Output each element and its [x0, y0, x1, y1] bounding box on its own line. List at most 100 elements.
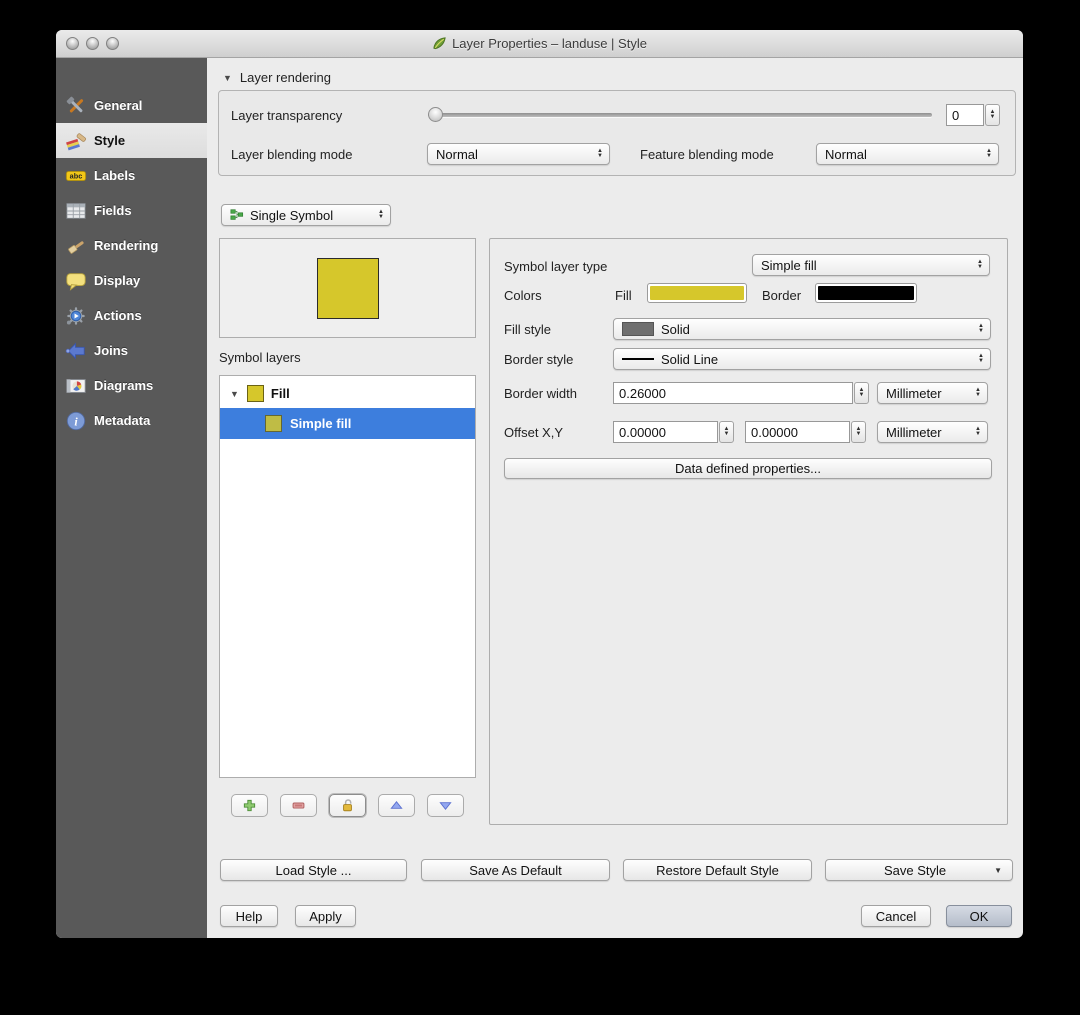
offset-x-input[interactable]: [613, 421, 718, 443]
symbol-layer-type-select[interactable]: Simple fill ▲ ▼: [752, 254, 990, 276]
symbol-layers-label: Symbol layers: [219, 350, 301, 365]
sidebar-item-label: Display: [94, 273, 141, 288]
table-icon: [65, 200, 87, 222]
remove-symbol-layer-button[interactable]: [280, 794, 317, 817]
move-up-button[interactable]: [378, 794, 415, 817]
layer-rendering-section-header[interactable]: ▼ Layer rendering: [223, 70, 331, 85]
border-width-stepper[interactable]: ▲ ▼: [854, 382, 869, 404]
transparency-stepper[interactable]: ▲ ▼: [985, 104, 1000, 126]
offset-x-stepper[interactable]: ▲ ▼: [719, 421, 734, 443]
symbol-preview-swatch: [316, 257, 379, 319]
sidebar-item-style[interactable]: Style: [56, 123, 207, 158]
border-width-unit-select[interactable]: Millimeter ▲ ▼: [877, 382, 988, 404]
down-arrow-icon: [438, 798, 453, 813]
solid-line-sample: [622, 358, 654, 360]
fill-style-label: Fill style: [504, 322, 551, 337]
join-arrow-icon: [65, 340, 87, 362]
zoom-button[interactable]: [106, 37, 119, 50]
data-defined-properties-button[interactable]: Data defined properties...: [504, 458, 992, 479]
offset-y-stepper[interactable]: ▲ ▼: [851, 421, 866, 443]
collapse-triangle-icon: ▼: [223, 72, 232, 83]
fill-color-button[interactable]: [647, 283, 747, 303]
offset-y-input[interactable]: [745, 421, 850, 443]
layer-blending-mode-select[interactable]: Normal ▲ ▼: [427, 143, 610, 165]
apply-button[interactable]: Apply: [295, 905, 356, 927]
fill-label: Fill: [615, 288, 632, 303]
sidebar-item-label: Actions: [94, 308, 142, 323]
tree-row-label: Simple fill: [290, 416, 352, 431]
border-style-select[interactable]: Solid Line ▲ ▼: [613, 348, 991, 370]
section-label: Layer rendering: [239, 70, 331, 85]
up-arrow-icon: [389, 798, 404, 813]
transparency-value-input[interactable]: [946, 104, 984, 126]
paintbrush-icon: [65, 130, 87, 152]
updown-arrows-icon: ▲ ▼: [978, 323, 984, 334]
updown-arrows-icon: ▲ ▼: [378, 209, 384, 220]
move-down-button[interactable]: [427, 794, 464, 817]
sidebar-item-diagrams[interactable]: Diagrams: [56, 368, 207, 403]
sidebar-item-joins[interactable]: Joins: [56, 333, 207, 368]
tree-expand-icon[interactable]: ▼: [230, 389, 239, 399]
border-color-button[interactable]: [815, 283, 917, 303]
lock-button[interactable]: [329, 794, 366, 817]
cancel-button[interactable]: Cancel: [861, 905, 931, 927]
fill-style-select[interactable]: Solid ▲ ▼: [613, 318, 991, 340]
sidebar-item-actions[interactable]: Actions: [56, 298, 207, 333]
svg-text:abc: abc: [70, 171, 83, 180]
border-width-input[interactable]: [613, 382, 853, 404]
fill-style-swatch: [622, 322, 654, 336]
feature-blending-mode-select[interactable]: Normal ▲ ▼: [816, 143, 999, 165]
layer-properties-window: Layer Properties – landuse | Style Gener…: [56, 30, 1023, 938]
lock-icon: [340, 798, 355, 813]
updown-arrows-icon: ▲ ▼: [975, 426, 981, 437]
offset-label: Offset X,Y: [504, 425, 564, 440]
border-width-label: Border width: [504, 386, 577, 401]
layer-blending-mode-label: Layer blending mode: [231, 147, 353, 162]
sidebar-item-display[interactable]: Display: [56, 263, 207, 298]
tree-row-simple-fill[interactable]: Simple fill: [220, 408, 475, 439]
sidebar-item-labels[interactable]: abc Labels: [56, 158, 207, 193]
border-label: Border: [762, 288, 802, 303]
renderer-select[interactable]: Single Symbol ▲ ▼: [221, 204, 391, 226]
sidebar-item-label: Diagrams: [94, 378, 154, 393]
diagram-icon: [65, 375, 87, 397]
colors-label: Colors: [504, 288, 542, 303]
save-style-button[interactable]: Save Style ▼: [825, 859, 1013, 881]
symbol-preview-panel: [219, 238, 476, 338]
symbol-layers-tree: ▼ Fill Simple fill: [219, 375, 476, 778]
updown-arrows-icon: ▲ ▼: [597, 148, 603, 159]
sidebar-item-label: Metadata: [94, 413, 151, 428]
sidebar-item-rendering[interactable]: Rendering: [56, 228, 207, 263]
abc-tag-icon: abc: [65, 165, 87, 187]
sidebar-item-metadata[interactable]: i Metadata: [56, 403, 207, 438]
sidebar-item-general[interactable]: General: [56, 88, 207, 123]
tools-icon: [65, 95, 87, 117]
tree-row-label: Fill: [270, 386, 290, 401]
sidebar-item-label: Rendering: [94, 238, 159, 253]
slider-thumb[interactable]: [428, 107, 443, 122]
load-style-button[interactable]: Load Style ...: [220, 859, 407, 881]
offset-unit-select[interactable]: Millimeter ▲ ▼: [877, 421, 988, 443]
simple-fill-swatch: [265, 415, 282, 432]
close-button[interactable]: [66, 37, 79, 50]
qgis-logo-icon: [432, 36, 447, 51]
minimize-button[interactable]: [86, 37, 99, 50]
help-button[interactable]: Help: [220, 905, 278, 927]
fill-swatch: [246, 385, 264, 402]
tree-row-fill[interactable]: ▼ Fill: [220, 379, 475, 408]
layer-transparency-slider[interactable]: [428, 113, 932, 117]
single-symbol-icon: [230, 208, 244, 222]
sidebar-item-fields[interactable]: Fields: [56, 193, 207, 228]
sidebar-item-label: Style: [94, 133, 126, 148]
restore-default-style-button[interactable]: Restore Default Style: [623, 859, 812, 881]
add-symbol-layer-button[interactable]: [231, 794, 268, 817]
sidebar-item-label: Joins: [94, 343, 128, 358]
dropdown-arrow-icon: ▼: [994, 865, 1002, 875]
ok-button[interactable]: OK: [946, 905, 1012, 927]
sidebar-item-label: Fields: [94, 203, 132, 218]
sidebar-item-label: General: [94, 98, 143, 113]
border-style-label: Border style: [504, 352, 574, 367]
title-bar: Layer Properties – landuse | Style: [56, 30, 1023, 58]
save-as-default-button[interactable]: Save As Default: [421, 859, 610, 881]
feature-blending-mode-label: Feature blending mode: [640, 147, 774, 162]
